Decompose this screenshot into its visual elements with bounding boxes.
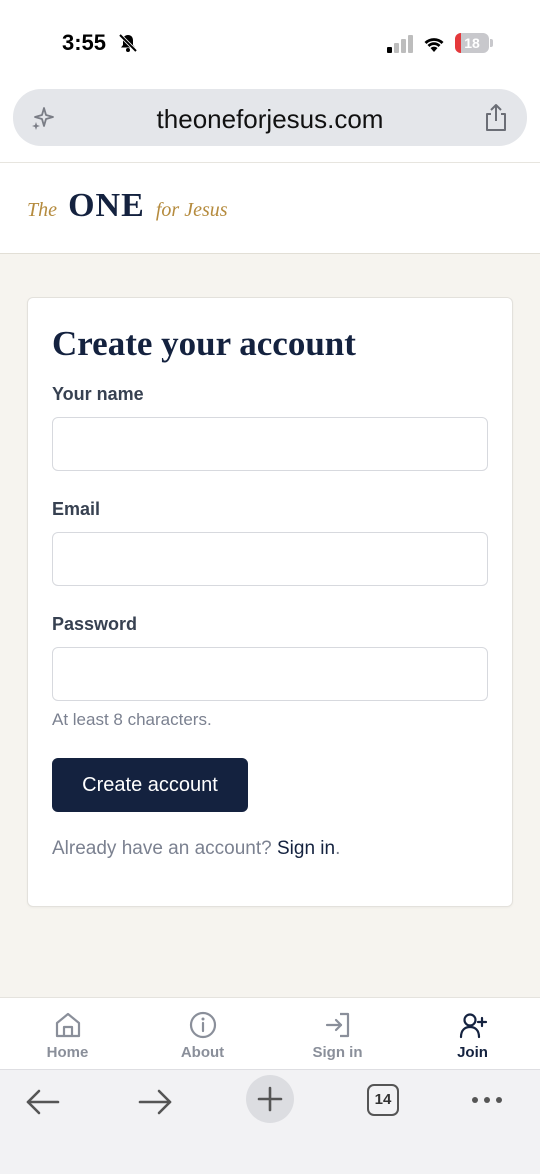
- nav-item-about[interactable]: About: [135, 998, 270, 1070]
- nav-label-about: About: [180, 1044, 225, 1061]
- nav-label-sign-in: Sign in: [312, 1044, 363, 1061]
- create-account-button[interactable]: Create account: [52, 758, 248, 812]
- name-label: Your name: [52, 384, 144, 404]
- email-label: Email: [52, 499, 101, 519]
- back-arrow-icon[interactable]: [14, 1078, 70, 1126]
- url-text[interactable]: theoneforjesus.com: [13, 104, 527, 135]
- sign-in-icon: [325, 1012, 350, 1038]
- browser-toolbar: 14: [0, 1069, 540, 1174]
- signin-prompt-line: Already have an account? Sign in.: [52, 838, 340, 860]
- nav-label-join: Join: [457, 1044, 488, 1061]
- create-account-card: Create your account Your name Email Pass…: [27, 297, 513, 907]
- status-time: 3:55: [62, 30, 107, 55]
- site-logo[interactable]: The ONE for Jesus: [27, 187, 228, 225]
- battery-level: 18: [464, 35, 480, 51]
- page-title: Create your account: [52, 324, 356, 363]
- signin-prompt: Already have an account?: [52, 838, 272, 859]
- browser-address-area: theoneforjesus.com: [0, 84, 540, 162]
- home-icon: [55, 1012, 81, 1038]
- info-icon: [189, 1011, 217, 1039]
- more-icon[interactable]: [459, 1078, 515, 1126]
- bell-muted-icon: [118, 33, 138, 53]
- signin-link[interactable]: Sign in: [277, 838, 335, 859]
- logo-one: ONE: [68, 187, 145, 224]
- email-input[interactable]: [52, 532, 488, 586]
- name-input[interactable]: [52, 417, 488, 471]
- bottom-nav: Home About Sign in Join: [0, 997, 540, 1069]
- address-bar[interactable]: theoneforjesus.com: [13, 89, 527, 146]
- nav-item-sign-in[interactable]: Sign in: [270, 998, 405, 1070]
- nav-item-home[interactable]: Home: [0, 998, 135, 1070]
- new-tab-button[interactable]: [246, 1075, 294, 1123]
- password-label: Password: [52, 614, 138, 634]
- cell-signal-icon: [387, 35, 413, 53]
- password-input[interactable]: [52, 647, 488, 701]
- new-tab-plus-icon: [257, 1086, 283, 1112]
- add-user-icon: [459, 1013, 488, 1039]
- signin-period: .: [335, 838, 341, 859]
- nav-item-join[interactable]: Join: [405, 998, 540, 1070]
- wifi-icon: [424, 38, 444, 52]
- nav-label-home: Home: [46, 1044, 89, 1061]
- logo-the: The: [27, 199, 57, 221]
- share-icon[interactable]: [483, 103, 509, 133]
- site-header: The ONE for Jesus: [0, 162, 540, 254]
- password-hint: At least 8 characters.: [52, 710, 212, 729]
- tabs-icon[interactable]: 14: [367, 1084, 399, 1116]
- battery-icon: 18: [455, 33, 493, 53]
- logo-for-jesus: for Jesus: [155, 199, 228, 221]
- status-bar: 3:55 18: [0, 0, 540, 84]
- forward-arrow-icon[interactable]: [128, 1078, 184, 1126]
